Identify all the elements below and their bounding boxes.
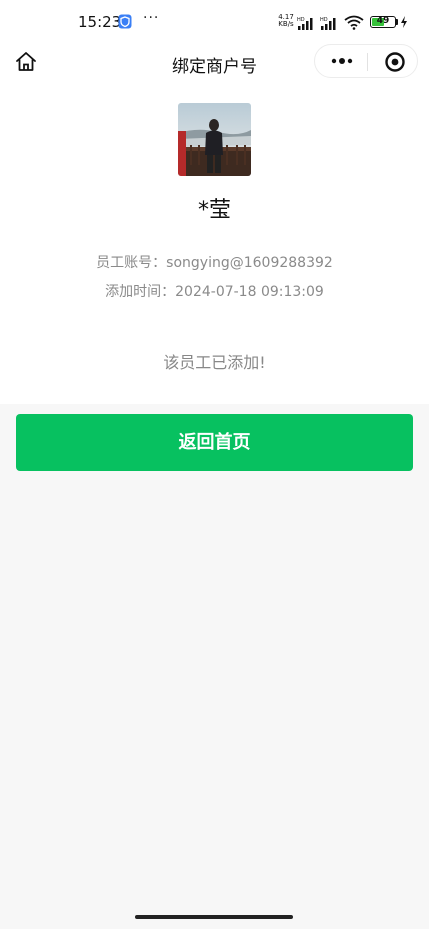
more-notifications-icon: ··· [143,10,160,26]
avatar [178,103,251,176]
mini-program-capsule [314,44,418,78]
battery-cap [396,19,398,25]
back-home-button[interactable]: 返回首页 [16,414,413,471]
net-speed: 4.17 KB/s [278,13,294,28]
avatar-photo [178,103,251,176]
target-circle-icon[interactable] [384,51,406,73]
employee-account: 员工账号：songying@1609288392 [96,255,333,271]
added-time: 添加时间：2024-07-18 09:13:09 [105,284,324,300]
capsule-divider [367,53,368,71]
shield-icon [118,14,132,29]
home-indicator [135,915,293,919]
signal-icon: HD [297,17,313,30]
status-time: 15:23 [78,13,122,31]
svg-text:HD: HD [297,17,305,23]
employee-name: *莹 [197,198,231,223]
signal-icon: HD [320,17,336,30]
svg-text:HD: HD [320,17,328,23]
battery-icon: 49 [370,16,396,28]
wifi-icon [344,15,364,30]
status-message: 该员工已添加! [163,353,266,372]
status-bar: 15:23 ··· 4.17 KB/s HD HD 49 [0,0,429,44]
charging-icon [401,16,407,28]
more-dots-icon[interactable] [329,54,355,68]
